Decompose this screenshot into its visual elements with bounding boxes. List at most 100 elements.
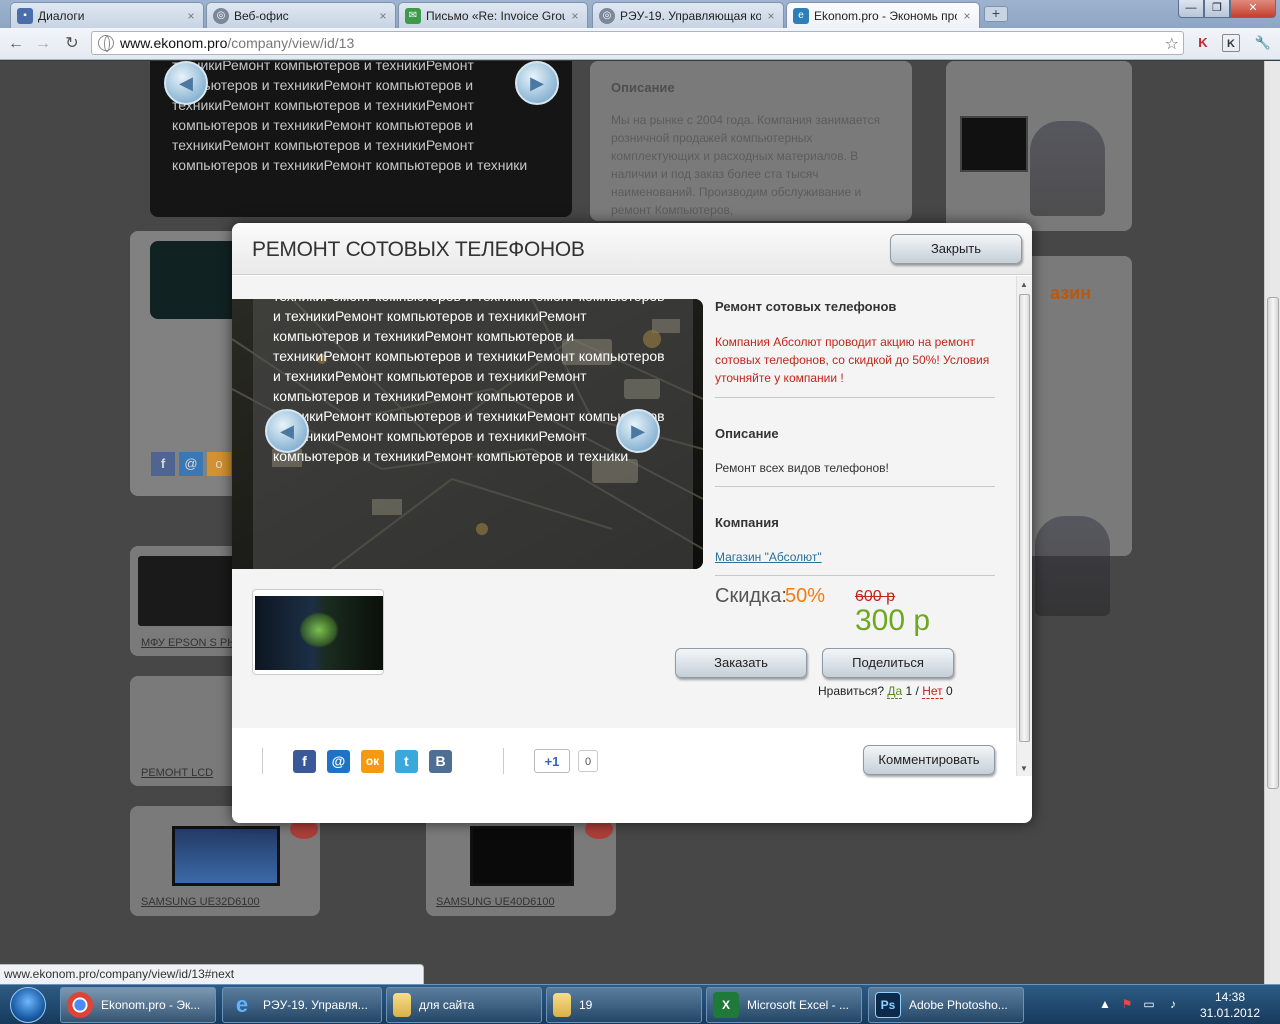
- start-button[interactable]: [2, 985, 54, 1024]
- scroll-up-icon[interactable]: ▲: [1020, 280, 1028, 289]
- tab-mail[interactable]: ✉ Письмо «Re: Invoice Group ×: [398, 2, 588, 28]
- bg-social-icons: f @ о: [151, 452, 231, 476]
- close-icon[interactable]: ×: [569, 9, 581, 23]
- like-no-link[interactable]: Нет: [922, 684, 943, 699]
- taskbar-item-photoshop[interactable]: Ps Adobe Photosho...: [868, 987, 1024, 1023]
- next-arrow-icon[interactable]: ▶: [515, 61, 559, 105]
- offer-modal: РЕМОНТ СОТОВЫХ ТЕЛЕФОНОВ Закрыть и техни…: [232, 223, 1032, 823]
- close-icon[interactable]: ×: [185, 9, 197, 23]
- network-icon[interactable]: ⚑: [1120, 997, 1134, 1011]
- slider-thumbnail[interactable]: [252, 589, 384, 675]
- page-scrollbar[interactable]: [1264, 61, 1280, 985]
- taskbar-item-excel[interactable]: X Microsoft Excel - ...: [706, 987, 862, 1023]
- close-window-button[interactable]: ✕: [1230, 0, 1276, 18]
- promo-text: Компания Абсолют проводит акцию на ремон…: [715, 335, 990, 385]
- modal-body: техникиРемонт компьютеров и техникиРемон…: [232, 276, 1016, 728]
- ie-icon: e: [235, 992, 249, 1017]
- chat-icon: ▪: [17, 7, 33, 24]
- google-plus-button[interactable]: +1: [534, 749, 570, 773]
- modal-title: РЕМОНТ СОТОВЫХ ТЕЛЕФОНОВ: [252, 238, 585, 261]
- url-path: /company/view/id/13: [227, 35, 355, 51]
- vkontakte-icon[interactable]: B: [429, 750, 452, 773]
- close-icon[interactable]: ×: [765, 9, 777, 23]
- taskbar-item-ie[interactable]: e РЭУ-19. Управля...: [222, 987, 382, 1023]
- slider-next-arrow-icon[interactable]: ▶: [616, 409, 660, 453]
- company-link[interactable]: Магазин "Абсолют": [715, 550, 822, 564]
- show-hidden-icon[interactable]: ▲: [1098, 997, 1112, 1011]
- divider: [503, 748, 504, 774]
- back-icon[interactable]: ←: [5, 33, 27, 55]
- prev-arrow-icon[interactable]: ◀: [164, 61, 208, 105]
- comment-button[interactable]: Комментировать: [863, 745, 995, 775]
- taskbar-item-label: Microsoft Excel - ...: [747, 998, 850, 1012]
- bg-caption: МФУ EPSON S PH: [141, 637, 236, 649]
- tab-reu19[interactable]: ◎ РЭУ-19. Управляющая ком ×: [592, 2, 784, 28]
- tab-dialogs[interactable]: ▪ Диалоги ×: [10, 2, 204, 28]
- extension-icon[interactable]: K: [1222, 34, 1240, 52]
- description-heading: Описание: [715, 426, 779, 441]
- taskbar-item-chrome[interactable]: Ekonom.pro - Эк...: [60, 987, 216, 1023]
- maximize-button[interactable]: ❐: [1204, 0, 1230, 18]
- modal-footer: [232, 728, 1016, 823]
- taskbar-item-folder-19[interactable]: 19: [546, 987, 702, 1023]
- folder-icon: [553, 993, 571, 1017]
- scroll-down-icon[interactable]: ▼: [1020, 764, 1028, 773]
- like-yes-count: 1: [905, 684, 913, 698]
- url-host: www.ekonom.pro: [120, 35, 228, 51]
- like-no-count: 0: [946, 684, 953, 698]
- divider: [715, 575, 995, 576]
- taskbar-item-folder[interactable]: для сайта: [386, 987, 542, 1023]
- tab-title: Диалоги: [38, 8, 85, 23]
- mail-icon: ✉: [405, 7, 421, 24]
- discount-label: Скидка:: [715, 585, 787, 607]
- twitter-icon[interactable]: t: [395, 750, 418, 773]
- new-tab-button[interactable]: +: [984, 6, 1008, 22]
- like-yes-link[interactable]: Да: [887, 684, 903, 699]
- close-icon[interactable]: ×: [961, 9, 973, 23]
- modal-scrollbar[interactable]: ▲ ▼: [1016, 276, 1032, 776]
- order-button[interactable]: Заказать: [675, 648, 807, 678]
- likes-question: Нравиться?: [818, 684, 885, 698]
- clock[interactable]: 14:38 31.01.2012: [1190, 989, 1270, 1021]
- bookmark-star-icon[interactable]: ☆: [1165, 34, 1179, 54]
- wrench-icon[interactable]: 🔧: [1254, 34, 1272, 52]
- taskbar-item-label: Ekonom.pro - Эк...: [101, 998, 201, 1012]
- globe-icon: ◎: [599, 7, 615, 24]
- volume-icon[interactable]: ♪: [1166, 997, 1180, 1011]
- modal-scrollbar-thumb[interactable]: [1019, 294, 1030, 742]
- display-icon[interactable]: ▭: [1142, 997, 1156, 1011]
- taskbar-item-label: РЭУ-19. Управля...: [263, 998, 368, 1012]
- bg-thumbnail: [150, 241, 240, 319]
- clock-date: 31.01.2012: [1199, 1006, 1261, 1020]
- page-icon: [98, 35, 114, 52]
- bg-screen-image: [960, 116, 1028, 172]
- share-button[interactable]: Поделиться: [822, 648, 954, 678]
- slider-prev-arrow-icon[interactable]: ◀: [265, 409, 309, 453]
- facebook-icon[interactable]: f: [293, 750, 316, 773]
- tab-web-office[interactable]: ◎ Веб-офис ×: [206, 2, 396, 28]
- mailru-icon[interactable]: @: [327, 750, 350, 773]
- bg-people-image-2: [1035, 516, 1110, 616]
- tab-title: Письмо «Re: Invoice Group: [426, 8, 565, 23]
- reload-icon[interactable]: ↻: [61, 33, 83, 55]
- clock-time: 14:38: [1214, 990, 1246, 1004]
- mailru-icon: @: [179, 452, 203, 476]
- facebook-icon: f: [151, 452, 175, 476]
- discount-value: 50%: [785, 585, 826, 607]
- close-icon[interactable]: ×: [377, 9, 389, 23]
- kaspersky-icon[interactable]: K: [1194, 34, 1212, 52]
- minimize-button[interactable]: —: [1178, 0, 1204, 18]
- odnoklassniki-icon[interactable]: ок: [361, 750, 384, 773]
- bg-caption: SAMSUNG UE32D6100: [141, 896, 260, 908]
- tab-title: РЭУ-19. Управляющая ком: [620, 8, 761, 23]
- close-button[interactable]: Закрыть: [890, 234, 1022, 264]
- bg-people-image: [1030, 121, 1105, 216]
- google-plus-count: 0: [578, 750, 598, 772]
- tab-title: Веб-офис: [234, 8, 289, 23]
- scrollbar-thumb[interactable]: [1267, 297, 1279, 789]
- browser-tab-strip: ▪ Диалоги × ◎ Веб-офис × ✉ Письмо «Re: I…: [0, 0, 1280, 28]
- tab-ekonom[interactable]: e Ekonom.pro - Экономь прс ×: [786, 2, 980, 28]
- forward-icon[interactable]: →: [32, 33, 54, 55]
- likes-row: Нравиться? Да 1 / Нет 0: [818, 684, 953, 699]
- address-bar[interactable]: www.ekonom.pro/company/view/id/13 ☆: [91, 31, 1184, 55]
